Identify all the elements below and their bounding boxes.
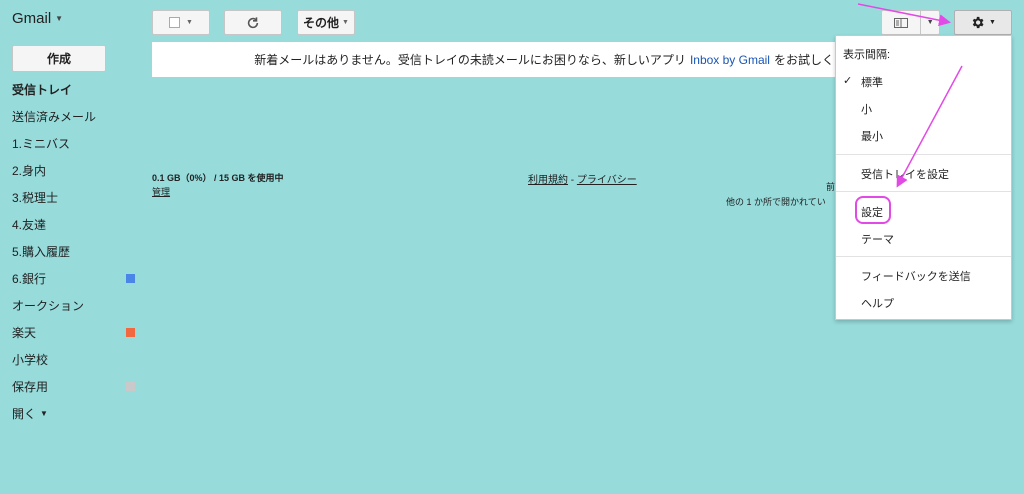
notice-suffix: をお試しく (773, 53, 834, 67)
refresh-button[interactable] (224, 10, 282, 35)
sidebar-item-saved[interactable]: 保存用 (12, 373, 136, 400)
more-actions-label: その他 (303, 16, 340, 30)
sidebar-item-school[interactable]: 小学校 (12, 346, 136, 373)
menu-item-density-compact[interactable]: 最小 (861, 128, 883, 144)
sidebar-item-label: 保存用 (12, 380, 49, 394)
sidebar-item-label-4[interactable]: 4.友達 (12, 211, 136, 238)
no-new-mail-notice: 新着メールはありません。受信トレイの未読メールにお困りなら、新しいアプリ Inb… (152, 42, 852, 77)
gmail-brand-menu[interactable]: Gmail ▼ (12, 10, 63, 27)
checkbox-icon[interactable] (169, 17, 181, 28)
chevron-down-icon: ▼ (40, 409, 48, 418)
privacy-link[interactable]: プライバシー (577, 175, 637, 186)
label-color-swatch (126, 274, 135, 283)
label-color-swatch (126, 328, 135, 337)
annotation-highlight-ring (855, 196, 891, 224)
sidebar-item-label: 5.購入履歴 (12, 245, 71, 259)
select-all-dropdown[interactable]: ▼ (152, 10, 210, 35)
chevron-down-icon: ▼ (186, 19, 193, 26)
menu-item-themes[interactable]: テーマ (861, 231, 894, 247)
sidebar-item-label: 楽天 (12, 326, 37, 340)
manage-storage-link[interactable]: 管理 (152, 185, 170, 198)
sidebar-item-inbox[interactable]: 受信トレイ (12, 76, 136, 103)
sidebar-item-label: 受信トレイ (12, 83, 73, 97)
menu-item-density-cozy[interactable]: 小 (861, 101, 872, 117)
sidebar-item-label: 小学校 (12, 353, 49, 367)
label-color-swatch (126, 382, 135, 391)
refresh-icon (247, 16, 259, 28)
menu-item-configure-inbox[interactable]: 受信トレイを設定 (861, 166, 949, 182)
sidebar-nav: 受信トレイ 送信済みメール 1.ミニバス 2.身内 3.税理士 4.友達 5.購… (12, 76, 136, 427)
sidebar-item-label-3[interactable]: 3.税理士 (12, 184, 136, 211)
open-locations: 他の 1 か所で開かれてい (726, 197, 826, 207)
density-icon (882, 11, 922, 34)
sidebar-item-sent[interactable]: 送信済みメール (12, 103, 136, 130)
sidebar-item-label: 1.ミニバス (12, 137, 71, 151)
sidebar-item-auction[interactable]: オークション (12, 292, 136, 319)
chevron-down-icon: ▼ (342, 19, 349, 26)
sidebar-item-label: 6.銀行 (12, 272, 47, 286)
sidebar-item-label-6[interactable]: 6.銀行 (12, 265, 136, 292)
compose-button[interactable]: 作成 (12, 45, 106, 72)
sidebar-item-label-1[interactable]: 1.ミニバス (12, 130, 136, 157)
sidebar-item-rakuten[interactable]: 楽天 (12, 319, 136, 346)
menu-divider (836, 256, 1011, 257)
menu-divider (836, 154, 1011, 155)
sidebar-item-label: 4.友達 (12, 218, 47, 232)
brand-label: Gmail (12, 10, 52, 27)
chevron-down-icon: ▼ (926, 19, 934, 26)
density-heading: 表示間隔: (843, 49, 891, 61)
more-actions-button[interactable]: その他 ▼ (297, 10, 355, 35)
sidebar-item-label: 2.身内 (12, 164, 47, 178)
menu-item-send-feedback[interactable]: フィードバックを送信 (861, 268, 971, 284)
inbox-by-gmail-link[interactable]: Inbox by Gmail (690, 53, 770, 67)
sidebar-item-label: 送信済みメール (12, 110, 97, 124)
sidebar-more-button[interactable]: 開く ▼ (12, 400, 136, 427)
last-activity: 前 (826, 182, 836, 192)
sidebar-item-label: 3.税理士 (12, 191, 59, 205)
sidebar-item-label: オークション (12, 299, 85, 313)
menu-item-help[interactable]: ヘルプ (861, 295, 894, 311)
display-density-button[interactable]: ▼ (881, 10, 940, 35)
sidebar-item-label-5[interactable]: 5.購入履歴 (12, 238, 136, 265)
chevron-down-icon: ▼ (55, 14, 64, 23)
sidebar-item-label-2[interactable]: 2.身内 (12, 157, 136, 184)
terms-link[interactable]: 利用規約 (528, 175, 568, 186)
chevron-down-icon: ▼ (989, 19, 996, 26)
sidebar-more-label: 開く (12, 407, 37, 421)
terms-privacy: 利用規約 - プライバシー (528, 171, 637, 186)
notice-text: 新着メールはありません。受信トレイの未読メールにお困りなら、新しいアプリ (254, 53, 686, 67)
storage-usage: 0.1 GB（0%） / 15 GB を使用中 (152, 173, 284, 183)
menu-item-density-comfortable[interactable]: 標準 (861, 74, 883, 90)
gear-icon (972, 16, 984, 29)
menu-divider (836, 191, 1011, 192)
terms-separator: - (568, 175, 577, 186)
check-icon: ✓ (843, 75, 853, 87)
settings-gear-button[interactable]: ▼ (954, 10, 1012, 35)
settings-menu: 表示間隔: ✓ 標準 小 最小 受信トレイを設定 設定 テーマ フィードバックを… (835, 35, 1012, 320)
